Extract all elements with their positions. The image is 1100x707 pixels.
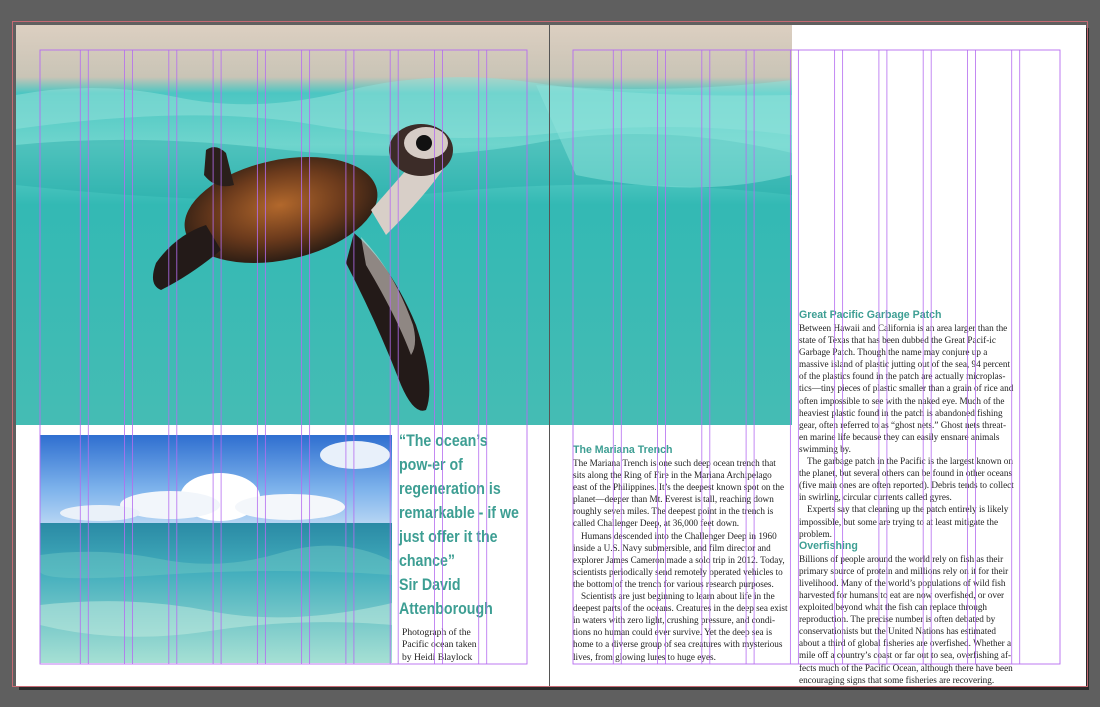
garbage-patch-heading: Great Pacific Garbage Patch <box>799 309 942 321</box>
photo-caption: Photograph of the Pacific ocean taken by… <box>402 627 522 664</box>
spine <box>549 25 550 687</box>
pacific-ocean-photo[interactable] <box>40 435 392 663</box>
caption-line: by Heidi Blaylock <box>402 651 473 663</box>
body-paragraph: Billions of people around the world rely… <box>799 553 1013 685</box>
turtle-photo[interactable] <box>16 25 792 425</box>
page-spread: “The ocean’s pow-er of regeneration is r… <box>16 25 1086 687</box>
sea-turtle-image <box>16 25 792 425</box>
ocean-image <box>40 435 392 663</box>
overfishing-heading: Overfishing <box>799 539 858 552</box>
mariana-heading: The Mariana Trench <box>573 444 673 456</box>
body-paragraph: Humans descended into the Challenger Dee… <box>573 530 785 589</box>
quote-attribution: Sir David Attenborough <box>399 576 493 618</box>
body-paragraph: The Mariana Trench is one such deep ocea… <box>573 458 785 529</box>
quote-text: “The ocean’s pow-er of regeneration is r… <box>399 432 519 570</box>
caption-line: Pacific ocean taken <box>402 639 477 651</box>
mariana-trench-article: The Mariana Trench The Mariana Trench is… <box>573 444 788 663</box>
pull-quote: “The ocean’s pow-er of regeneration is r… <box>399 429 524 621</box>
body-paragraph: Between Hawaii and California is an area… <box>799 323 1014 454</box>
body-paragraph: Scientists are just beginning to learn a… <box>573 591 788 662</box>
right-column: Great Pacific Garbage Patch Between Hawa… <box>799 309 1014 686</box>
body-paragraph: The garbage patch in the Pacific is the … <box>799 456 1014 503</box>
body-paragraph: Experts say that cleaning up the patch e… <box>799 504 1009 539</box>
caption-line: Photograph of the <box>402 627 471 638</box>
